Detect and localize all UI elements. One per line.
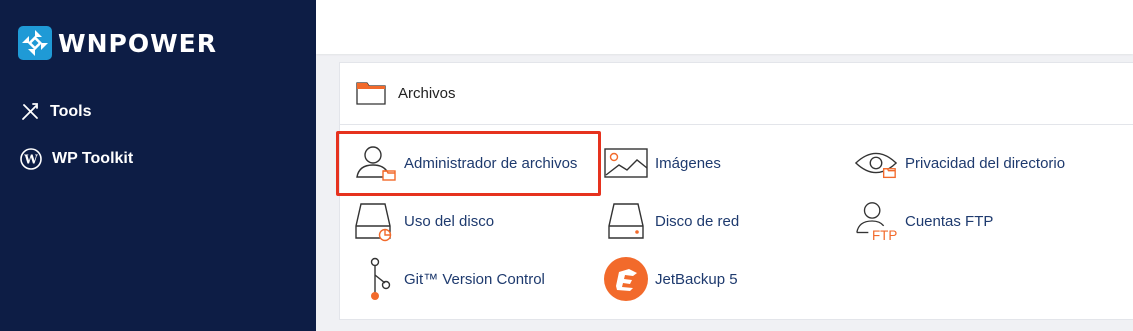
item-label: Cuentas FTP (905, 212, 994, 230)
images-link[interactable]: Imágenes (603, 140, 721, 186)
disk-usage-icon (355, 203, 392, 242)
sidebar-item-label: WP Toolkit (52, 150, 134, 167)
sidebar-item-label: Tools (50, 103, 92, 120)
svg-text:W: W (23, 153, 38, 167)
directory-privacy-link[interactable]: Privacidad del directorio (853, 140, 1065, 186)
sidebar: WNPOWER Tools W WP Toolkit (0, 0, 316, 331)
git-icon (370, 257, 391, 300)
item-label: Administrador de archivos (404, 154, 578, 172)
svg-text:FTP: FTP (872, 228, 897, 243)
folder-icon (356, 82, 386, 105)
item-label: Git™ Version Control (404, 270, 545, 288)
file-manager-icon (356, 146, 396, 181)
section-header[interactable]: Archivos (340, 63, 1133, 125)
item-label: Uso del disco (404, 212, 495, 230)
images-icon (604, 148, 648, 178)
brand-logo[interactable]: WNPOWER (18, 26, 217, 60)
item-label: JetBackup 5 (655, 270, 738, 288)
section-title: Archivos (398, 85, 456, 102)
directory-privacy-icon (854, 152, 898, 179)
wnpower-logo-icon (18, 26, 52, 60)
ftp-accounts-link[interactable]: FTP Cuentas FTP (853, 198, 993, 244)
sidebar-item-tools[interactable]: Tools (20, 102, 91, 122)
jetbackup-link[interactable]: JetBackup 5 (603, 256, 738, 302)
file-manager-link[interactable]: Administrador de archivos (352, 140, 577, 186)
top-bar (316, 0, 1133, 54)
network-disk-link[interactable]: Disco de red (603, 198, 739, 244)
item-label: Disco de red (655, 212, 740, 230)
tools-icon (22, 103, 38, 120)
wordpress-icon: W (20, 148, 42, 170)
sidebar-item-wp-toolkit[interactable]: W WP Toolkit (20, 148, 133, 170)
disk-usage-link[interactable]: Uso del disco (352, 198, 494, 244)
jetbackup-icon (604, 257, 648, 301)
ftp-accounts-icon: FTP (856, 202, 897, 243)
item-label: Imágenes (655, 154, 721, 172)
item-label: Privacidad del directorio (905, 154, 1066, 172)
git-version-control-link[interactable]: Git™ Version Control (352, 256, 545, 302)
network-disk-icon (608, 203, 644, 239)
brand-name: WNPOWER (58, 28, 217, 58)
